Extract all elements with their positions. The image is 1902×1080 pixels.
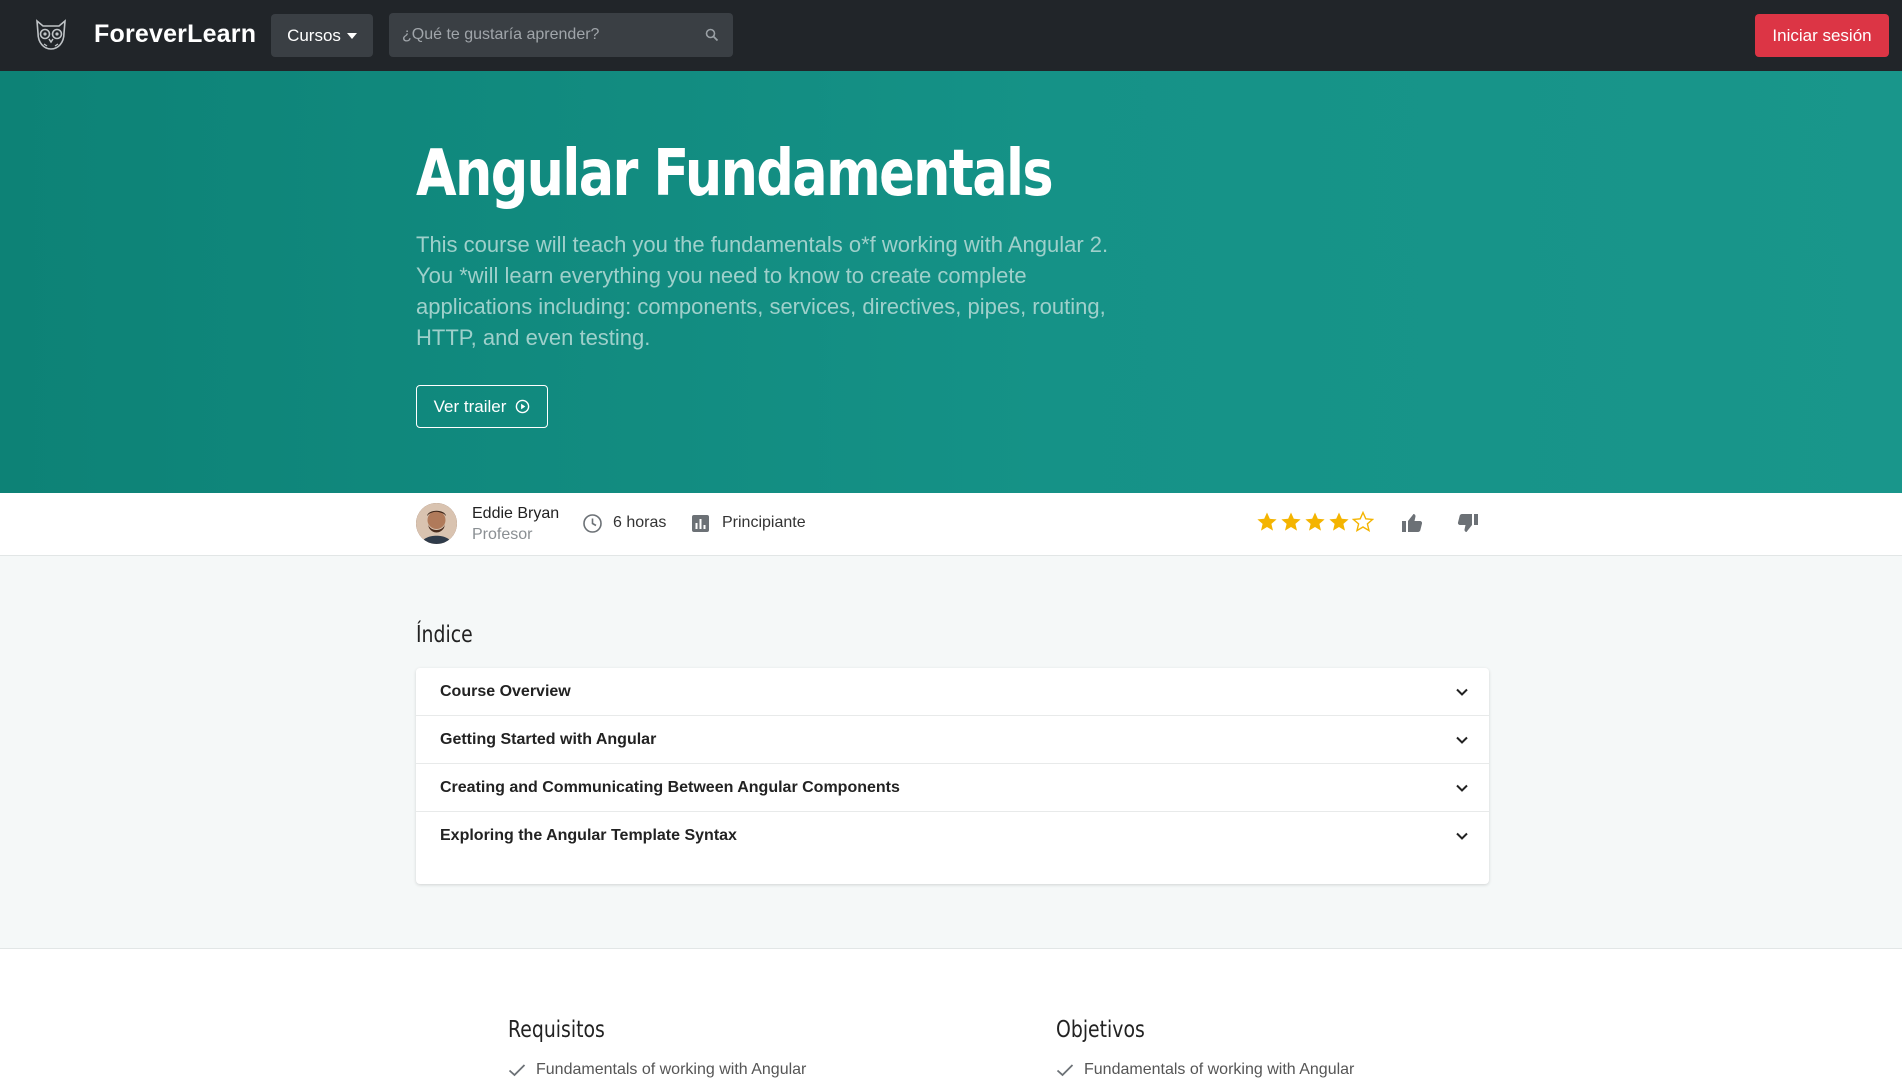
requirement-text: Fundamentals of working with Angular [536, 1061, 807, 1078]
search-box [389, 13, 733, 57]
accordion-item-label: Creating and Communicating Between Angul… [440, 778, 900, 796]
star-filled-icon[interactable] [1256, 511, 1278, 533]
chevron-down-icon [1456, 688, 1468, 696]
accordion-item[interactable]: Exploring the Angular Template Syntax [416, 812, 1489, 860]
owl-logo-icon[interactable] [33, 17, 69, 53]
objectives-heading: Objetivos [1056, 1017, 1145, 1043]
rating-stars[interactable] [1256, 511, 1374, 533]
teacher-avatar[interactable] [416, 503, 457, 544]
course-title: Angular Fundamentals [416, 137, 1054, 211]
play-circle-icon [516, 399, 530, 414]
star-filled-icon[interactable] [1304, 511, 1326, 533]
accordion-item[interactable]: Getting Started with Angular [416, 716, 1489, 764]
courses-dropdown-button[interactable]: Cursos [271, 14, 373, 57]
star-filled-icon[interactable] [1328, 511, 1350, 533]
requirements-objectives-section: Requisitos Fundamentals of working with … [0, 948, 1902, 1080]
requirements-heading: Requisitos [508, 1017, 605, 1043]
search-icon[interactable] [705, 28, 719, 42]
course-info-bar: Eddie Bryan Profesor 6 horas Principiant… [0, 493, 1902, 556]
course-index-accordion: Course Overview Getting Started with Ang… [416, 668, 1489, 884]
watch-trailer-button[interactable]: Ver trailer [416, 385, 548, 428]
chevron-down-icon [1456, 736, 1468, 744]
caret-down-icon [346, 32, 357, 39]
courses-label: Cursos [287, 25, 341, 45]
chevron-down-icon [1456, 832, 1468, 840]
accordion-item-label: Exploring the Angular Template Syntax [440, 827, 737, 844]
index-heading: Índice [416, 622, 473, 648]
course-duration: 6 horas [613, 514, 667, 531]
teacher-name[interactable]: Eddie Bryan [472, 505, 559, 523]
thumbs-down-icon[interactable] [1456, 511, 1480, 535]
course-hero: Angular Fundamentals This course will te… [0, 71, 1902, 493]
accordion-item-label: Getting Started with Angular [440, 730, 657, 748]
avatar-image [416, 503, 457, 544]
accordion-item-label: Course Overview [440, 682, 571, 700]
chevron-down-icon [1456, 784, 1468, 792]
course-level: Principiante [722, 514, 806, 531]
bar-chart-icon [692, 515, 709, 532]
accordion-item[interactable]: Creating and Communicating Between Angul… [416, 764, 1489, 812]
top-navbar: ForeverLearn Cursos Iniciar sesión [0, 0, 1902, 71]
course-description: This course will teach you the fundament… [416, 232, 1109, 350]
objective-item: Fundamentals of working with Angular [1056, 1061, 1354, 1079]
accordion-item[interactable]: Course Overview [416, 668, 1489, 716]
trailer-label: Ver trailer [433, 396, 507, 416]
login-button[interactable]: Iniciar sesión [1755, 14, 1889, 57]
star-filled-icon[interactable] [1280, 511, 1302, 533]
thumbs-up-icon[interactable] [1400, 511, 1424, 535]
search-input[interactable] [389, 13, 689, 57]
star-empty-icon[interactable] [1352, 511, 1374, 533]
teacher-role: Profesor [472, 526, 533, 543]
check-icon [508, 1064, 526, 1077]
brand-name[interactable]: ForeverLearn [94, 20, 256, 49]
check-icon [1056, 1064, 1074, 1077]
requirement-item: Fundamentals of working with Angular [508, 1061, 806, 1079]
clock-icon [583, 514, 602, 533]
objective-text: Fundamentals of working with Angular [1084, 1061, 1355, 1078]
